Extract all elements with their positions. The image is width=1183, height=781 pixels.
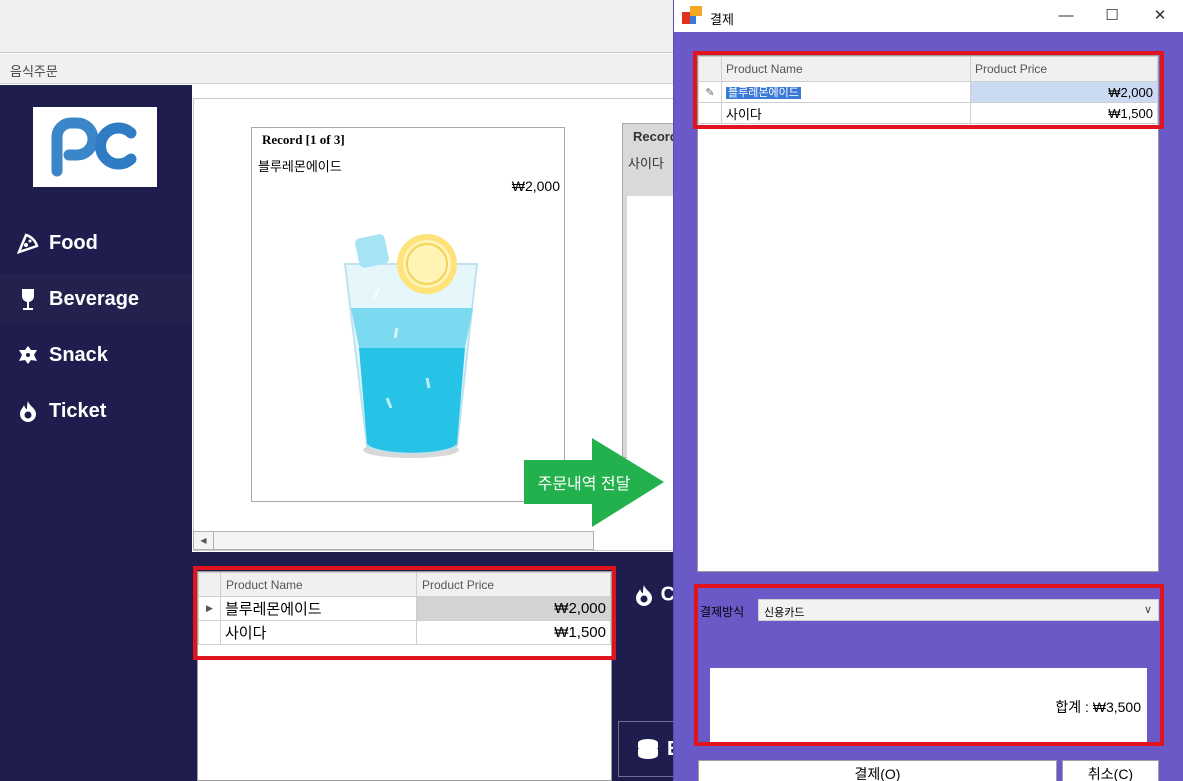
sidebar-item-label: Food [49,231,98,254]
app-icon [682,6,702,24]
wine-glass-icon [16,287,40,311]
payment-method-select[interactable]: 신용카드 ∨ [758,599,1159,621]
flame-icon [16,399,40,423]
order-grid[interactable]: Product Name Product Price ▶ 블루레몬에이드 ₩2,… [197,571,612,781]
product-card[interactable]: Record [1 of 3] 블루레몬에이드 ₩2,000 [251,127,565,502]
maximize-icon[interactable]: ☐ [1102,6,1122,26]
dialog-title: 결제 [710,12,734,27]
payment-method-value: 신용카드 [764,607,805,619]
table-row[interactable]: ▶ 블루레몬에이드 ₩2,000 [198,596,611,621]
total-amount: 합계 : ₩3,500 [1055,699,1141,715]
table-row[interactable]: 사이다 ₩1,500 [198,620,611,645]
product-name-cell[interactable]: 블루레몬에이드 [220,596,417,621]
product-price-cell[interactable]: ₩2,000 [416,596,611,621]
minimize-icon[interactable]: — [1056,6,1076,26]
cancel-button[interactable]: 취소(C) [1062,760,1159,781]
product-name: 블루레몬에이드 [258,159,342,174]
column-header[interactable]: Product Name [220,572,417,597]
product-name: 사이다 [628,156,664,171]
pizza-icon [16,231,40,255]
product-price: ₩2,000 [511,178,560,194]
dialog-order-grid[interactable]: Product Name Product Price ✎ 블루레몬에이드 ₩2,… [697,55,1159,572]
table-row[interactable]: ✎ 블루레몬에이드 ₩2,000 [698,81,1158,103]
column-header[interactable]: Product Price [970,56,1158,82]
table-row[interactable]: 사이다 ₩1,500 [698,102,1158,124]
total-panel: 합계 : ₩3,500 [710,668,1147,742]
main-window-titlebar [0,0,700,53]
sidebar-item-label: Ticket [49,399,107,422]
record-header: Record [633,129,678,144]
sidebar-item-ticket[interactable]: Ticket [0,386,192,436]
scroll-left-icon[interactable]: ◀ [194,532,214,549]
pay-button[interactable]: 결제(O) [698,760,1057,781]
sidebar-item-snack[interactable]: Snack [0,330,192,380]
side-button-partial[interactable]: C [633,583,675,607]
product-price-cell[interactable]: ₩2,000 [970,81,1158,103]
payment-method-label: 결제방식 [700,605,745,619]
record-header: Record [1 of 3] [262,132,345,147]
product-name-cell[interactable]: 사이다 [721,102,971,124]
edit-pencil-icon: ✎ [698,81,722,103]
close-icon[interactable]: ✕ [1150,6,1170,26]
logo [33,107,157,187]
cookie-icon [16,343,40,367]
sidebar-item-food[interactable]: Food [0,218,192,268]
main-tab-label: 음식주문 [10,64,58,79]
main-tab[interactable]: 음식주문 [0,54,700,84]
product-price-cell[interactable]: ₩1,500 [970,102,1158,124]
sidebar-item-label: Snack [49,343,108,366]
blue-lemonade-image [343,234,479,458]
column-header[interactable]: Product Price [416,572,611,597]
row-indicator-icon: ▶ [198,596,221,621]
column-header[interactable]: Product Name [721,56,971,82]
chevron-down-icon: ∨ [1143,604,1152,616]
horizontal-scrollbar[interactable]: ◀ [193,531,594,550]
screen: 음식주문 Food Beverage Snack Ticket Record [… [0,0,1183,781]
product-price-cell[interactable]: ₩1,500 [416,620,611,645]
product-name-cell[interactable]: 블루레몬에이드 [721,81,971,103]
flame-icon [636,585,652,606]
dialog-titlebar[interactable]: 결제 — ☐ ✕ [674,0,1183,32]
transfer-order-label: 주문내역 전달 [537,476,631,493]
sidebar-item-beverage[interactable]: Beverage [0,274,192,324]
product-name-cell[interactable]: 사이다 [220,620,417,645]
pc-logo-icon [33,107,157,187]
sidebar-item-label: Beverage [49,287,140,310]
coins-icon [638,739,658,759]
product-image-area [627,196,679,458]
